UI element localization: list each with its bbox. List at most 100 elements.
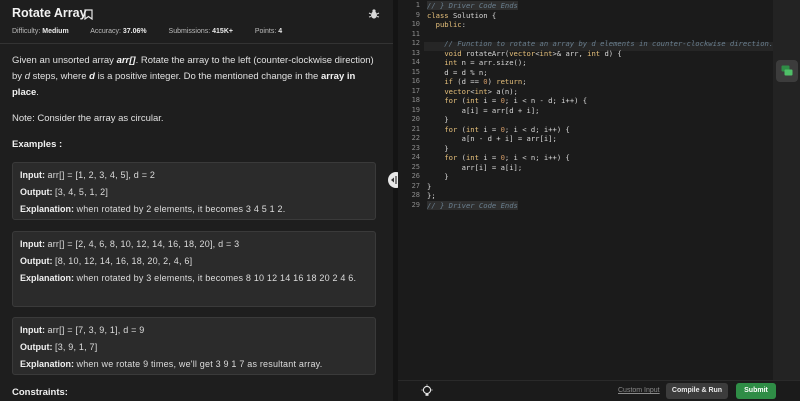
submissions-label: Submissions: — [168, 28, 211, 35]
example-explanation: Explanation: when we rotate 9 times, we'… — [20, 356, 368, 373]
line-number: 19 — [411, 105, 420, 114]
code-line[interactable]: // Function to rotate an array by d elem… — [427, 39, 773, 48]
line-number: 28 — [411, 191, 420, 199]
output-label: Output: — [20, 256, 53, 266]
code-line[interactable]: for (int i = 0; i < n; i++) { — [427, 153, 570, 162]
code-line[interactable]: for (int i = 0; i < n - d; i++) { — [427, 96, 587, 105]
accuracy-label: Accuracy: — [90, 28, 121, 35]
description-text: is a positive integer. Do the mentioned … — [94, 71, 321, 82]
constraints-heading: Constraints: — [12, 387, 68, 398]
line-number: 10 — [411, 20, 420, 28]
divider — [0, 43, 393, 44]
line-number: 11 — [411, 29, 420, 38]
line-number: 18 — [411, 96, 420, 104]
submit-button[interactable]: Submit — [736, 383, 776, 399]
problem-meta: Difficulty: Medium Accuracy: 37.06% Subm… — [12, 28, 282, 35]
difficulty-label: Difficulty: — [12, 28, 41, 35]
input-label: Input: — [20, 325, 45, 335]
explanation-label: Explanation: — [20, 204, 75, 214]
description-arr: arr[] — [116, 55, 136, 66]
line-number: 9 — [415, 10, 420, 19]
custom-input-link[interactable]: Custom Input — [618, 387, 660, 394]
examples-heading: Examples : — [12, 139, 63, 150]
accuracy-value: 37.06% — [122, 28, 147, 35]
line-number: 21 — [411, 124, 420, 133]
code-line[interactable]: int n = arr.size(); — [427, 58, 526, 67]
line-number: 1 — [415, 1, 420, 9]
right-toolbar — [773, 0, 800, 380]
input-value: arr[] = [1, 2, 3, 4, 5], d = 2 — [47, 170, 156, 180]
example-explanation: Explanation: when rotated by 3 elements,… — [20, 270, 368, 287]
explanation-value: when rotated by 2 elements, it becomes 3… — [76, 204, 286, 214]
problem-description: Given an unsorted array arr[]. Rotate th… — [12, 53, 382, 101]
code-line[interactable]: a[n - d + i] = arr[i]; — [427, 134, 557, 143]
bookmark-icon[interactable] — [84, 7, 93, 21]
line-number: 29 — [411, 200, 420, 209]
line-number: 17 — [411, 86, 420, 95]
description-text: steps, where — [29, 71, 90, 82]
line-number-gutter: 1 9 10 11 12 13 14 15 16 17 18 19 20 21 22 23 24 25 26 27 28… — [398, 0, 424, 380]
bug-icon[interactable] — [368, 7, 380, 19]
line-number: 13 — [411, 48, 420, 57]
code-line[interactable]: // } Driver Code Ends — [427, 1, 518, 10]
line-number: 14 — [411, 58, 420, 66]
input-value: arr[] = [7, 3, 9, 1], d = 9 — [47, 325, 145, 335]
explanation-label: Explanation: — [20, 273, 75, 283]
example-input: Input: arr[] = [1, 2, 3, 4, 5], d = 2 — [20, 167, 368, 184]
points-label: Points: — [254, 28, 277, 35]
compile-run-button[interactable]: Compile & Run — [666, 383, 728, 399]
input-value: arr[] = [2, 4, 6, 8, 10, 12, 14, 16, 18,… — [47, 239, 240, 249]
example-explanation: Explanation: when rotated by 2 elements,… — [20, 201, 368, 218]
code-line[interactable]: vector<int> a(n); — [427, 87, 518, 96]
code-line[interactable]: // } Driver Code Ends — [427, 200, 518, 210]
code-line[interactable]: a[i] = arr[d + i]; — [427, 106, 540, 115]
code-line[interactable]: } — [427, 172, 448, 181]
code-line[interactable]: d = d % n; — [427, 68, 487, 77]
code-line[interactable]: } — [427, 144, 448, 153]
code-line[interactable]: if (d == 0) return; — [427, 77, 526, 86]
title-row: Rotate Array — [12, 6, 384, 22]
output-label: Output: — [20, 342, 53, 352]
chat-button[interactable] — [776, 60, 798, 82]
description-text: Given an unsorted array — [12, 55, 117, 66]
submissions-value: 415K+ — [212, 28, 233, 35]
example-output: Output: [8, 10, 12, 14, 16, 18, 20, 2, 4… — [20, 253, 368, 270]
code-line[interactable]: class Solution { — [427, 11, 496, 20]
difficulty-value: Medium — [42, 28, 69, 35]
points-value: 4 — [278, 28, 283, 35]
line-number: 22 — [411, 134, 420, 142]
code-line[interactable]: } — [427, 115, 448, 124]
output-value: [3, 9, 1, 7] — [55, 342, 98, 352]
lightbulb-icon[interactable] — [420, 384, 434, 398]
input-label: Input: — [20, 239, 45, 249]
line-number: 25 — [411, 162, 420, 171]
description-text: . — [36, 87, 39, 98]
editor-footer: Custom Input Compile & Run Submit — [398, 380, 800, 401]
explanation-value: when we rotate 9 times, we'll get 3 9 1 … — [76, 359, 323, 369]
line-number: 12 — [411, 39, 420, 47]
chat-icon — [781, 65, 793, 76]
example-output: Output: [3, 9, 1, 7] — [20, 339, 368, 356]
example-input: Input: arr[] = [7, 3, 9, 1], d = 9 — [20, 322, 368, 339]
line-number: 15 — [411, 67, 420, 76]
line-number: 24 — [411, 153, 420, 161]
code-line[interactable]: } — [427, 182, 431, 191]
problem-panel: Rotate Array Difficulty: Medium Accuracy… — [0, 0, 393, 401]
input-label: Input: — [20, 170, 45, 180]
example-box-1: Input: arr[] = [1, 2, 3, 4, 5], d = 2 Ou… — [12, 162, 376, 220]
page-title: Rotate Array — [12, 6, 87, 20]
code-line[interactable]: arr[i] = a[i]; — [427, 163, 523, 172]
example-box-2: Input: arr[] = [2, 4, 6, 8, 10, 12, 14, … — [12, 231, 376, 307]
line-number: 23 — [411, 143, 420, 152]
example-box-3: Input: arr[] = [7, 3, 9, 1], d = 9 Outpu… — [12, 317, 376, 375]
explanation-label: Explanation: — [20, 359, 75, 369]
code-line[interactable]: public: — [427, 20, 466, 29]
line-number: 20 — [411, 115, 420, 123]
code-line[interactable]: void rotateArr(vector<int>& arr, int d) … — [427, 49, 621, 58]
code-line[interactable]: }; — [427, 191, 436, 200]
code-line[interactable]: for (int i = 0; i < d; i++) { — [427, 125, 570, 134]
code-editor[interactable]: 1 9 10 11 12 13 14 15 16 17 18 19 20 21 22 23 24 25 26 27 28… — [398, 0, 773, 380]
explanation-value: when rotated by 3 elements, it becomes 8… — [76, 273, 357, 283]
output-value: [8, 10, 12, 14, 16, 18, 20, 2, 4, 6] — [55, 256, 193, 266]
output-value: [3, 4, 5, 1, 2] — [55, 187, 109, 197]
